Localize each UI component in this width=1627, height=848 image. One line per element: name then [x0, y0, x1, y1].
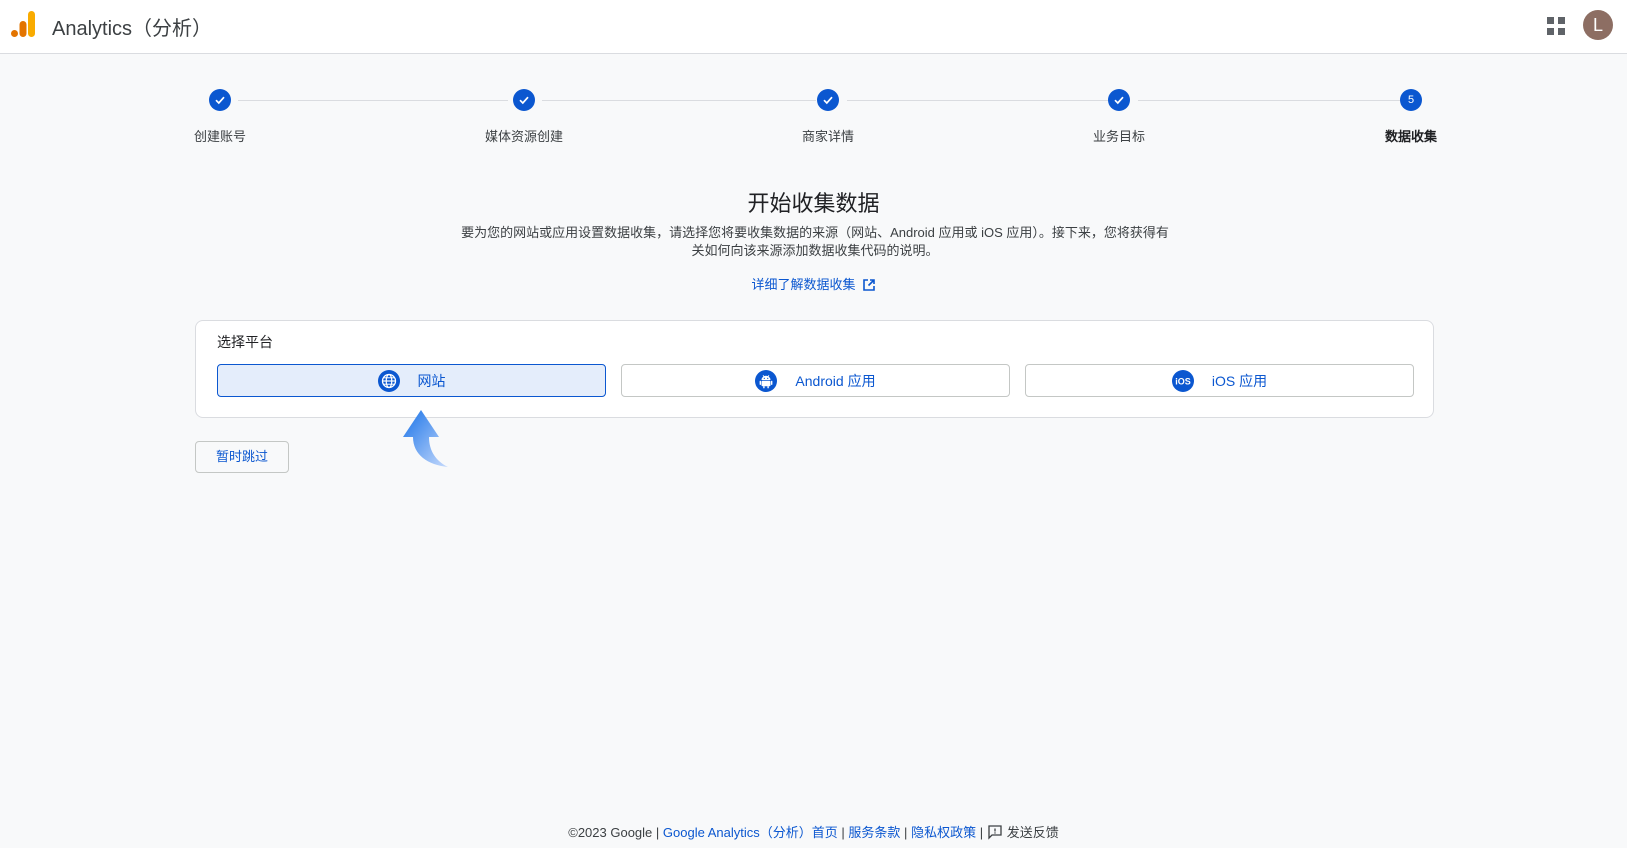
- send-feedback-button[interactable]: 发送反馈: [987, 825, 1059, 840]
- footer-privacy-link[interactable]: 隐私权政策: [911, 825, 976, 840]
- platform-select-card: 选择平台 网站 Android 应用 iOS iOS 应用: [195, 320, 1434, 418]
- android-icon: [755, 369, 778, 392]
- step-label-active: 数据收集: [1384, 129, 1438, 144]
- step-connector: [238, 100, 508, 101]
- page-title: 开始收集数据: [747, 191, 880, 216]
- skip-button[interactable]: 暂时跳过: [195, 441, 289, 473]
- open-in-new-icon: [862, 279, 875, 291]
- app-title: Analytics（分析）: [52, 18, 213, 40]
- svg-text:iOS: iOS: [1175, 376, 1191, 386]
- step-connector: [1138, 100, 1400, 101]
- step-2-check-icon: [513, 89, 535, 111]
- account-avatar[interactable]: L: [1583, 10, 1613, 40]
- footer-separator: |: [979, 825, 984, 840]
- step-3-check-icon: [817, 89, 839, 111]
- footer-separator: |: [655, 825, 660, 840]
- footer: ©2023 Google | Google Analytics（分析）首页 | …: [0, 822, 1627, 841]
- step-label: 商家详情: [801, 129, 855, 144]
- step-4-check-icon: [1108, 89, 1130, 111]
- learn-more-label: 详细了解数据收集: [751, 277, 856, 292]
- ios-icon: iOS: [1171, 369, 1194, 392]
- apps-grid-icon[interactable]: [1544, 14, 1568, 38]
- feedback-label: 发送反馈: [1006, 825, 1059, 840]
- analytics-logo-icon[interactable]: [11, 11, 37, 37]
- feedback-icon: [988, 825, 1002, 840]
- learn-more-link[interactable]: 详细了解数据收集: [0, 274, 1627, 293]
- curved-arrow-hint-icon: [403, 410, 448, 467]
- platform-label: 网站: [417, 372, 446, 389]
- platform-label: iOS 应用: [1211, 372, 1268, 389]
- step-1-check-icon: [209, 89, 231, 111]
- page-description: 要为您的网站或应用设置数据收集，请选择您将要收集数据的来源（网站、Android…: [461, 225, 1169, 258]
- footer-home-link[interactable]: Google Analytics（分析）首页: [663, 825, 838, 840]
- footer-separator: |: [904, 825, 908, 840]
- step-connector: [542, 100, 816, 101]
- top-app-bar: Analytics（分析） L: [0, 0, 1627, 54]
- footer-separator: |: [841, 825, 845, 840]
- step-label: 媒体资源创建: [484, 129, 564, 144]
- step-label: 创建账号: [193, 129, 247, 144]
- globe-icon: [377, 369, 400, 392]
- platform-label: Android 应用: [795, 372, 876, 389]
- platform-ios-button[interactable]: iOS iOS 应用: [1025, 364, 1414, 397]
- step-label: 业务目标: [1092, 129, 1146, 144]
- footer-terms-link[interactable]: 服务条款: [848, 825, 900, 840]
- platform-android-button[interactable]: Android 应用: [621, 364, 1010, 397]
- step-connector: [847, 100, 1118, 101]
- card-title: 选择平台: [217, 334, 273, 350]
- setup-stepper: 5 创建账号 媒体资源创建 商家详情 业务目标 数据收集: [0, 88, 1627, 148]
- footer-copyright: ©2023 Google: [568, 825, 653, 840]
- platform-web-button[interactable]: 网站: [217, 364, 606, 397]
- step-5-number: 5: [1400, 89, 1422, 111]
